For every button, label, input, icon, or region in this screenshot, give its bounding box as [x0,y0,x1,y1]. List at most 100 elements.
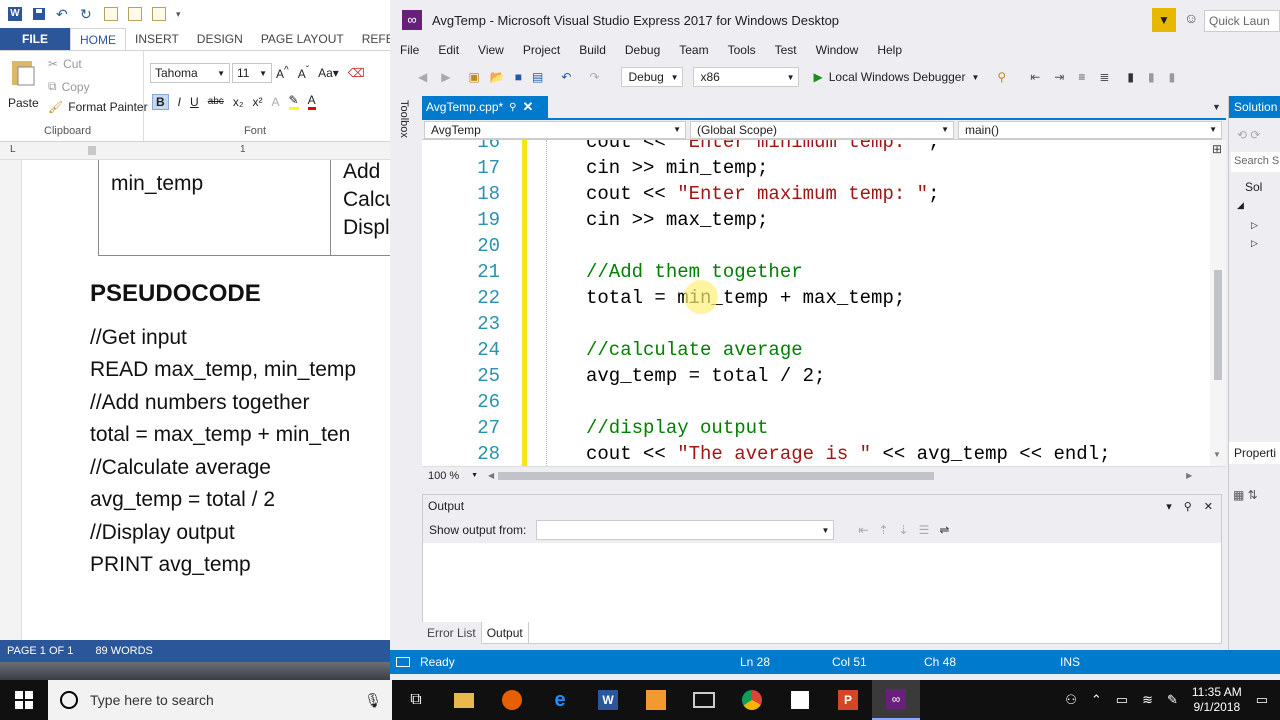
code-line[interactable]: 23 [422,311,1210,337]
print-preview-icon[interactable] [152,7,166,21]
new-doc-icon[interactable] [104,7,118,21]
battery-icon[interactable]: ▭ [1116,692,1128,708]
find-message-icon[interactable]: ⇤ [858,523,868,537]
menu-test[interactable]: Test [775,43,797,57]
editor-vertical-scrollbar[interactable]: ⊞ ▼ [1210,140,1226,466]
bookmark-next-icon[interactable]: ▮ [1169,70,1176,84]
output-source-dropdown[interactable]: ▼ [536,520,835,540]
project-dropdown[interactable]: AvgTemp ▼ [424,120,686,139]
start-debugger-button[interactable]: ▶ Local Windows Debugger ▼ [813,70,979,84]
tree-expand-icon[interactable]: ▷ [1251,238,1258,249]
solution-search-input[interactable]: Search S [1231,152,1280,172]
chrome-icon[interactable] [728,680,776,720]
powerpoint-icon[interactable]: P [824,680,872,720]
menu-project[interactable]: Project [523,43,560,57]
split-icon[interactable]: ⊞ [1212,142,1222,156]
solution-explorer-tab[interactable]: Solution [1229,96,1280,118]
code-line[interactable]: 22 total = min_temp + max_temp; [422,285,1210,311]
overflow-tabs-icon[interactable]: ▼ [1212,102,1221,112]
solution-config-dropdown[interactable]: Debug ▼ [621,67,684,87]
doc-tab-avgtemp[interactable]: AvgTemp.cpp* ⚲ ✕ [422,96,548,118]
text-effects-icon[interactable]: A [271,95,279,109]
tab-page-layout[interactable]: PAGE LAYOUT [252,28,353,50]
menu-debug[interactable]: Debug [625,43,660,57]
menu-help[interactable]: Help [877,43,902,57]
scrollbar-thumb[interactable] [1214,270,1222,380]
tree-expand-icon[interactable]: ▷ [1251,220,1258,231]
tab-insert[interactable]: INSERT [126,28,188,50]
new-project-icon[interactable]: ▣ [468,70,479,84]
people-icon[interactable]: ⚇ [1065,692,1077,708]
scroll-right-icon[interactable]: ▶ [1186,471,1192,480]
save-all-icon[interactable]: ▤ [532,70,543,84]
taskbar-search-box[interactable]: Type here to search 🎙 [48,680,392,720]
menu-file[interactable]: File [400,43,419,57]
code-line[interactable]: 25 avg_temp = total / 2; [422,363,1210,389]
font-color-icon[interactable]: A [307,93,316,110]
visual-studio-taskbar-icon[interactable]: ∞ [872,680,920,720]
tab-output[interactable]: Output [480,622,529,644]
underline-button[interactable]: U [190,95,199,109]
bold-button[interactable]: B [152,93,169,110]
scope-dropdown[interactable]: (Global Scope) ▼ [690,120,954,139]
menu-build[interactable]: Build [579,43,606,57]
code-line[interactable]: 17 cin >> min_temp; [422,155,1210,181]
code-line[interactable]: 24 //calculate average [422,337,1210,363]
platform-dropdown[interactable]: x86 ▼ [693,67,800,87]
pin-icon[interactable]: ⚲ [509,102,516,113]
prev-message-icon[interactable]: ⇡ [878,523,888,537]
next-message-icon[interactable]: ⇣ [899,523,909,537]
italic-button[interactable]: I [178,95,181,109]
customize-qat-icon[interactable]: ▾ [176,9,181,20]
redo-icon[interactable]: ↻ [80,7,94,21]
comment-icon[interactable]: ≡ [1078,70,1085,84]
menu-edit[interactable]: Edit [438,43,459,57]
toolbar-icon[interactable]: ⇤ [1030,70,1040,84]
open-file-icon[interactable]: 📂 [490,70,505,84]
superscript-button[interactable]: x² [252,95,262,109]
sublime-icon[interactable] [632,680,680,720]
open-doc-icon[interactable] [128,7,142,21]
word-count[interactable]: 89 WORDS [95,645,152,657]
undo-icon[interactable]: ↶ [56,7,70,21]
undo-icon[interactable]: ↶ [561,70,571,84]
start-button[interactable] [0,680,48,720]
code-line[interactable]: 21 //Add them together [422,259,1210,285]
feedback-icon[interactable]: ☺ [1184,10,1198,26]
paste-button[interactable]: Paste [8,57,40,117]
scroll-down-icon[interactable]: ▼ [1213,450,1221,459]
menu-tools[interactable]: Tools [728,43,756,57]
redo-icon[interactable]: ↷ [589,70,599,84]
indent-marker[interactable] [88,146,96,155]
properties-tab[interactable]: Properti [1229,442,1280,464]
save-icon[interactable] [32,7,46,21]
forward-icon[interactable]: ▶ [441,70,450,84]
word-wrap-icon[interactable]: ⇌ [939,523,949,537]
menu-window[interactable]: Window [816,43,859,57]
tab-error-list[interactable]: Error List [422,622,481,644]
notifications-icon[interactable]: ▭ [1256,692,1268,708]
window-position-icon[interactable]: ▾ [1166,500,1172,513]
font-name-dropdown[interactable]: Tahoma ▼ [150,63,230,83]
save-icon[interactable]: ■ [515,70,522,84]
code-line[interactable]: 27 //display output [422,415,1210,441]
code-line[interactable]: 16 cout << "Enter minimum temp: "; [422,140,1210,155]
tab-home[interactable]: HOME [70,28,126,50]
subscript-button[interactable]: x₂ [233,95,244,109]
tree-expand-icon[interactable]: ◢ [1237,200,1244,211]
bookmark-prev-icon[interactable]: ▮ [1148,70,1155,84]
chevron-up-icon[interactable]: ⌃ [1091,692,1102,708]
tab-design[interactable]: DESIGN [188,28,252,50]
app-icon[interactable] [776,680,824,720]
highlight-icon[interactable]: ✎ [288,93,299,110]
scroll-left-icon[interactable]: ◀ [488,471,494,480]
solution-tree-item[interactable]: Sol [1245,180,1262,194]
table-cell[interactable]: min_temp [99,160,331,255]
microphone-icon[interactable]: 🎙 [364,692,382,709]
horizontal-scrollbar-thumb[interactable] [498,471,935,480]
cut-button[interactable]: ✂ Cut [48,57,82,71]
word-taskbar-icon[interactable]: W [584,680,632,720]
firefox-icon[interactable] [488,680,536,720]
clock[interactable]: 11:35 AM 9/1/2018 [1192,685,1242,715]
menu-view[interactable]: View [478,43,504,57]
